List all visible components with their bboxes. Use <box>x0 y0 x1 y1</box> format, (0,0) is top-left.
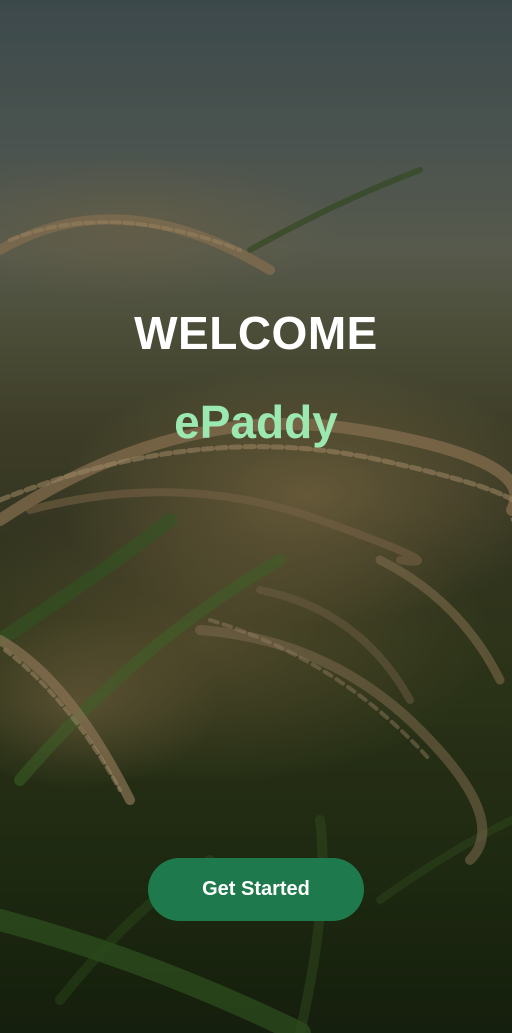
app-brand-name: ePaddy <box>174 396 338 448</box>
get-started-button[interactable]: Get Started <box>148 858 364 921</box>
welcome-heading: WELCOME <box>134 307 378 359</box>
welcome-screen: WELCOME ePaddy Get Started <box>0 0 512 1033</box>
